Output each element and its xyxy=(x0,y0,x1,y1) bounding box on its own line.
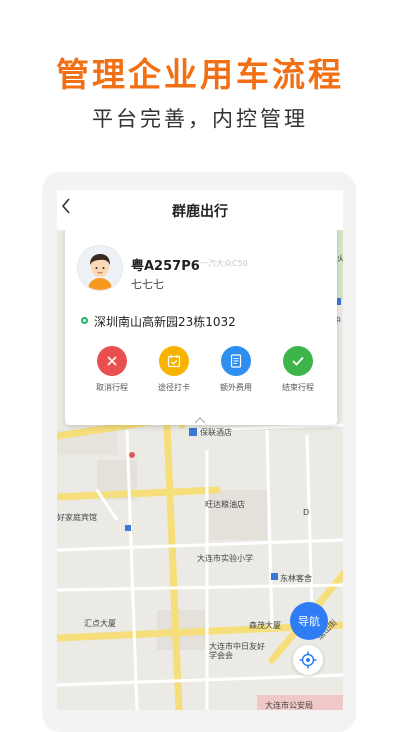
trip-card: 粤A257P6 一汽大众C50 七七七 深圳南山高新园23栋1032 取消行程 … xyxy=(65,228,337,425)
promo-headline: 管理企业用车流程 xyxy=(56,55,344,94)
map-label-guesthouse: 东林客舍 xyxy=(280,574,312,583)
map-label-school: 大连市实验小学 xyxy=(197,554,253,563)
collapse-handle-icon[interactable] xyxy=(190,415,210,425)
locate-button[interactable] xyxy=(293,645,323,675)
driver-avatar xyxy=(77,245,123,291)
cancel-trip-label: 取消行程 xyxy=(96,383,128,392)
app-screen: 保联酒店 旺达粮油店 大连市实验小学 东林客舍 汇点大厦 森茂大厦 大连市中日友… xyxy=(57,190,343,710)
map-label-edge-3: D xyxy=(303,508,310,517)
receipt-icon xyxy=(221,346,251,376)
checkpoint-button[interactable]: 途径打卡 xyxy=(144,346,204,393)
promo-subheadline: 平台完善，内控管理 xyxy=(92,107,308,131)
location-dot-icon xyxy=(81,317,88,324)
checkmark-icon xyxy=(283,346,313,376)
map-label-hotel: 保联酒店 xyxy=(200,428,232,437)
checkpoint-label: 途径打卡 xyxy=(158,383,190,392)
map-label-hotel-home: 好家庭宾馆 xyxy=(57,513,97,522)
map-label-building-huidian: 汇点大厦 xyxy=(84,619,116,628)
close-icon xyxy=(97,346,127,376)
extra-fee-label: 额外费用 xyxy=(220,383,252,392)
map-label-police: 大连市公安局 xyxy=(265,701,313,710)
calendar-check-icon xyxy=(159,346,189,376)
driver-name: 七七七 xyxy=(131,278,164,291)
driver-avatar-icon xyxy=(78,246,122,290)
end-trip-label: 结束行程 xyxy=(282,383,314,392)
map-label-friendship-assoc: 大连市中日友好学会会 xyxy=(209,642,265,660)
destination-address: 深圳南山高新园23栋1032 xyxy=(94,315,236,329)
top-bar: 群鹿出行 xyxy=(57,190,343,230)
map-label-grain-store: 旺达粮油店 xyxy=(205,500,245,509)
navigate-button[interactable]: 导航 xyxy=(290,602,328,640)
map-label-building-senmao: 森茂大厦 xyxy=(249,621,281,630)
page-title: 群鹿出行 xyxy=(172,204,228,220)
plate-number: 粤A257P6 xyxy=(131,259,200,274)
car-model: 一汽大众C50 xyxy=(200,259,248,268)
cancel-trip-button[interactable]: 取消行程 xyxy=(82,346,142,393)
end-trip-button[interactable]: 结束行程 xyxy=(268,346,328,393)
extra-fee-button[interactable]: 额外费用 xyxy=(206,346,266,393)
locate-icon xyxy=(299,651,317,669)
